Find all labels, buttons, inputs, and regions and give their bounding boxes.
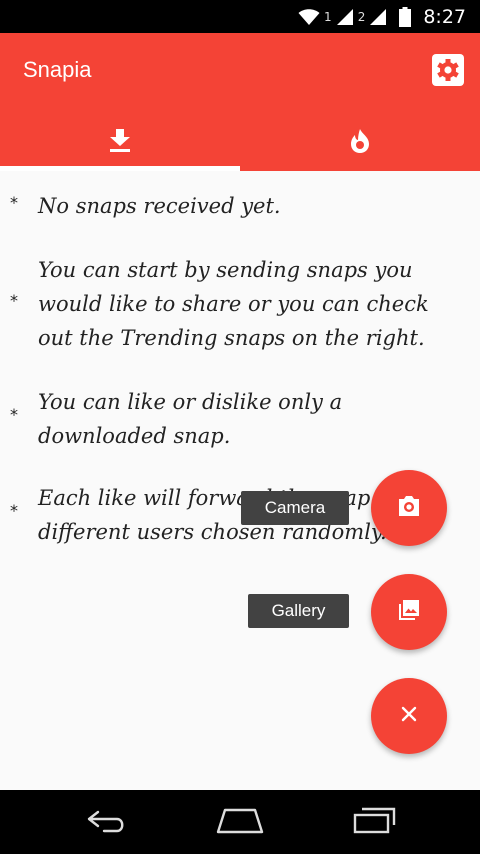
recent-apps-button[interactable] bbox=[344, 802, 404, 842]
signal-icon-2 bbox=[369, 8, 387, 26]
gear-icon bbox=[432, 54, 464, 90]
home-button[interactable] bbox=[210, 802, 270, 842]
back-icon bbox=[84, 806, 130, 839]
tip-text: You can like or dislike only a downloade… bbox=[38, 390, 343, 448]
app-screen: 1 2 8:27 Snapia * No snaps received yet.… bbox=[0, 0, 480, 854]
sim2-label: 2 bbox=[357, 9, 366, 24]
close-menu-button[interactable] bbox=[371, 678, 447, 754]
status-icons: 1 2 8:27 bbox=[298, 0, 466, 33]
clock: 8:27 bbox=[423, 5, 466, 28]
sim1-label: 1 bbox=[324, 9, 332, 24]
tip-text: You can start by sending snaps you would… bbox=[38, 258, 429, 350]
home-icon bbox=[215, 806, 265, 839]
camera-icon bbox=[397, 495, 421, 522]
back-button[interactable] bbox=[77, 802, 137, 842]
camera-button[interactable] bbox=[371, 470, 447, 546]
gallery-icon bbox=[397, 598, 421, 627]
close-icon bbox=[401, 706, 417, 727]
gallery-button[interactable] bbox=[371, 574, 447, 650]
tab-trending[interactable] bbox=[240, 115, 480, 171]
tip-bullet: * bbox=[10, 501, 18, 520]
wifi-icon bbox=[298, 8, 320, 26]
tip-bullet: * bbox=[10, 405, 18, 424]
tip-text: No snaps received yet. bbox=[38, 194, 281, 218]
battery-icon bbox=[399, 6, 412, 27]
tab-downloads[interactable] bbox=[0, 115, 240, 171]
tip-bullet: * bbox=[10, 291, 18, 310]
app-toolbar: Snapia bbox=[0, 33, 480, 171]
signal-icon bbox=[336, 8, 354, 26]
system-nav-bar bbox=[0, 790, 480, 854]
recent-apps-icon bbox=[350, 805, 398, 840]
status-bar: 1 2 8:27 bbox=[0, 0, 480, 33]
trending-flame-icon bbox=[349, 128, 371, 159]
download-icon bbox=[109, 128, 131, 158]
camera-label[interactable]: Camera bbox=[241, 491, 349, 525]
settings-button[interactable] bbox=[432, 54, 464, 86]
gallery-label[interactable]: Gallery bbox=[248, 594, 349, 628]
tip-bullet: * bbox=[10, 193, 18, 212]
app-title: Snapia bbox=[23, 57, 92, 82]
